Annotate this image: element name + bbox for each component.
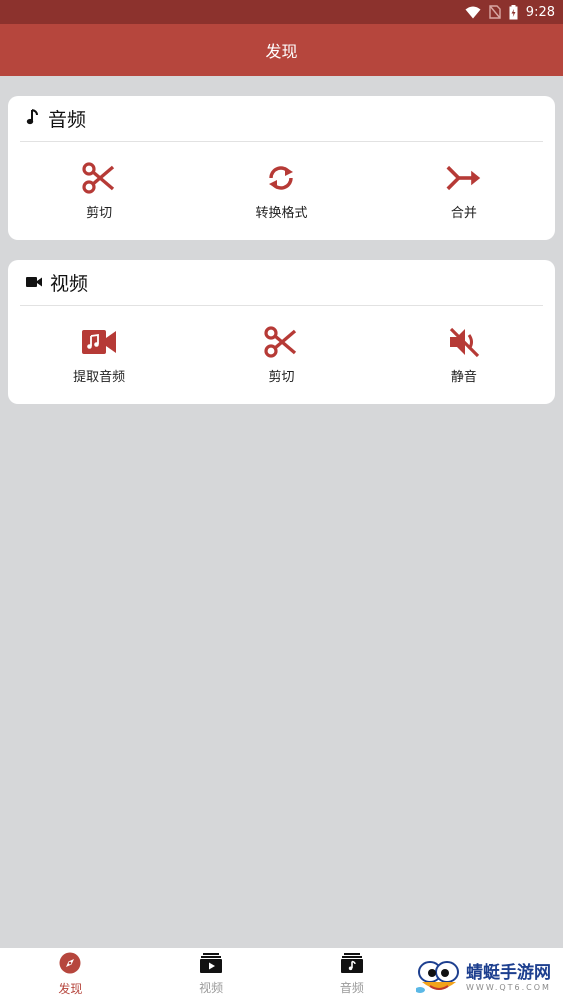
watermark: 蜻蜓手游网 WWW.QT6.COM [415, 955, 563, 1000]
scissors-icon [263, 324, 299, 360]
video-cut-button[interactable]: 剪切 [190, 306, 372, 403]
nav-video[interactable]: 视频 [141, 948, 282, 1000]
scissors-icon [81, 160, 117, 196]
wifi-icon [465, 6, 481, 19]
music-note-icon [26, 108, 40, 130]
nav-discover[interactable]: 发现 [0, 948, 141, 1000]
no-sim-icon [489, 5, 501, 19]
compass-icon [59, 952, 81, 977]
mute-button[interactable]: 静音 [373, 306, 555, 403]
convert-icon [263, 160, 299, 196]
status-bar: 9:28 [0, 0, 563, 24]
extract-audio-button[interactable]: 提取音频 [8, 306, 190, 403]
video-music-icon [81, 324, 117, 360]
audio-folder-icon [340, 952, 363, 976]
audio-convert-button[interactable]: 转换格式 [190, 142, 372, 239]
audio-section-title: 音频 [48, 109, 87, 131]
page-title: 发现 [265, 42, 298, 61]
video-section-card: 视频 提取音频 剪切 静音 [8, 260, 555, 404]
video-folder-icon [200, 952, 223, 976]
video-camera-icon [26, 273, 42, 292]
nav-video-label: 视频 [199, 980, 224, 995]
audio-section-header: 音频 [20, 96, 543, 142]
nav-discover-label: 发现 [58, 981, 83, 996]
watermark-en-text: WWW.QT6.COM [466, 983, 551, 992]
dragonfly-logo-icon [415, 956, 462, 1000]
nav-audio-label: 音频 [339, 980, 364, 995]
status-time: 9:28 [525, 4, 555, 20]
audio-cut-button[interactable]: 剪切 [8, 142, 190, 239]
merge-icon [446, 160, 482, 196]
video-section-title: 视频 [50, 273, 89, 295]
audio-merge-button[interactable]: 合并 [373, 142, 555, 239]
mute-icon [446, 324, 482, 360]
audio-section-card: 音频 剪切 转换格式 合并 [8, 96, 555, 240]
video-section-header: 视频 [20, 260, 543, 306]
nav-audio[interactable]: 音频 [282, 948, 423, 1000]
audio-cut-label: 剪切 [86, 206, 113, 221]
audio-convert-label: 转换格式 [255, 206, 308, 221]
video-cut-label: 剪切 [268, 370, 295, 385]
watermark-cn-text: 蜻蜓手游网 [466, 963, 551, 983]
app-bar: 发现 [0, 24, 563, 76]
extract-audio-label: 提取音频 [73, 370, 126, 385]
mute-label: 静音 [450, 370, 477, 385]
battery-charging-icon [509, 4, 518, 20]
audio-merge-label: 合并 [450, 206, 477, 221]
